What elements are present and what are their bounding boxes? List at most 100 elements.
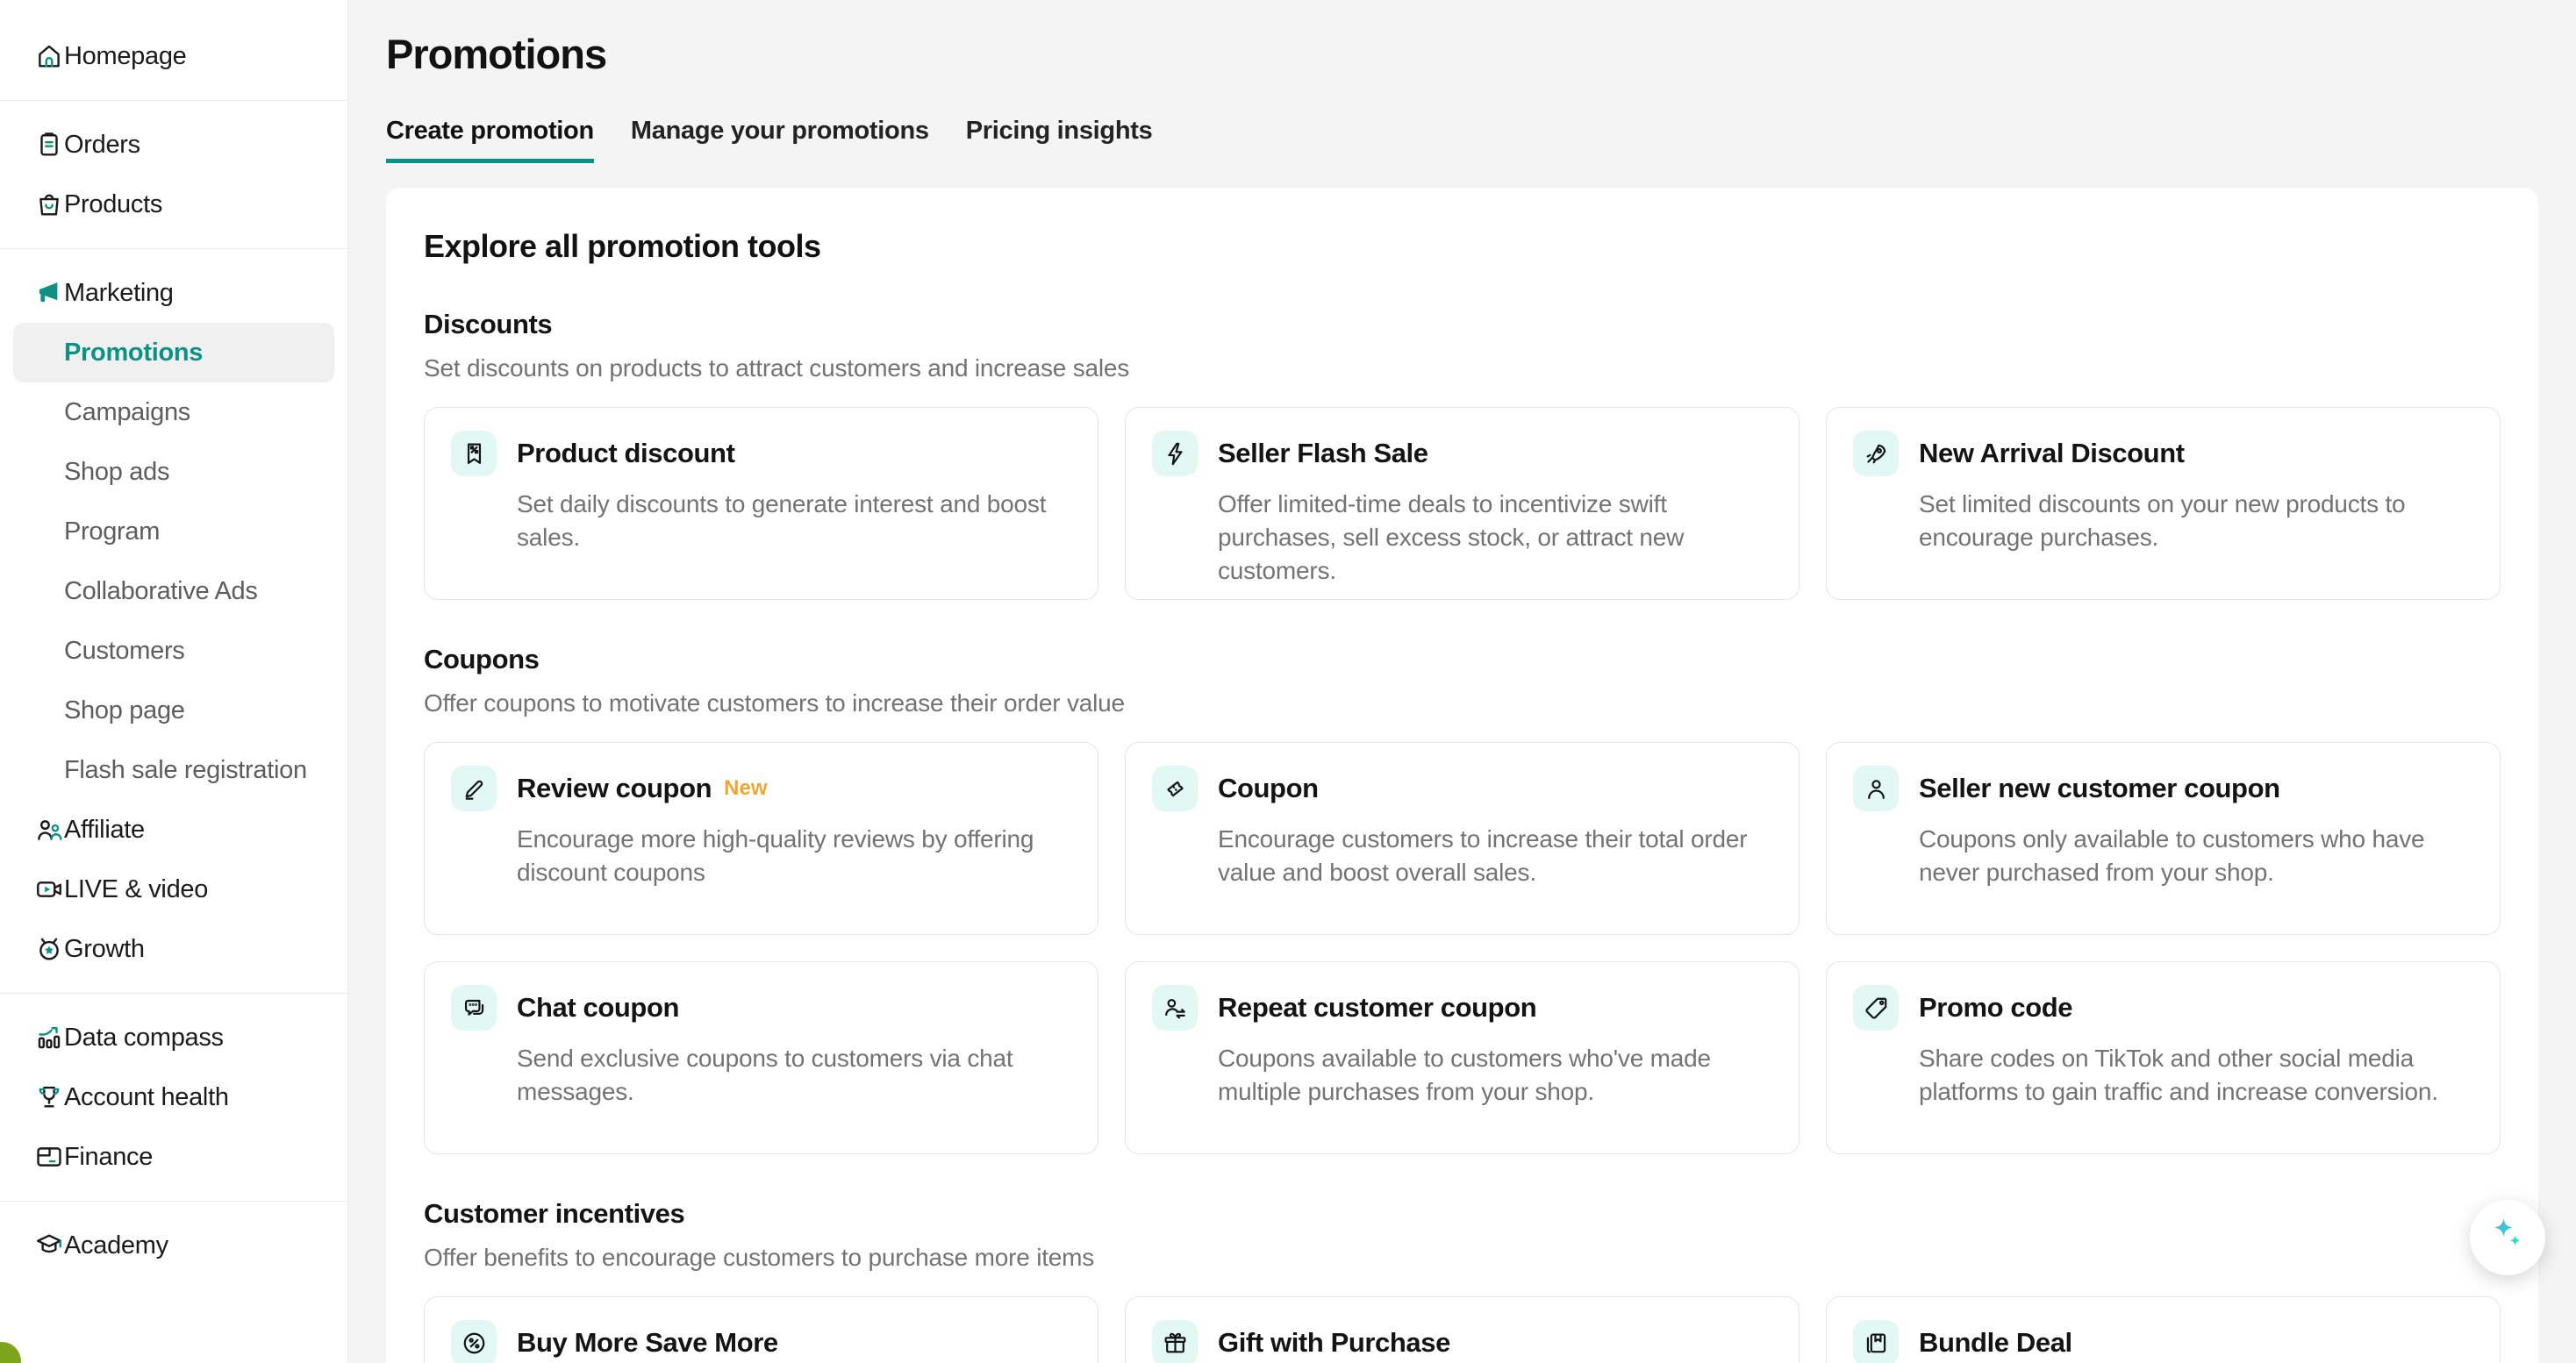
sidebar-item-label: Program: [64, 517, 160, 546]
sidebar-item-products[interactable]: Products: [0, 175, 347, 234]
sidebar-divider: [0, 993, 347, 994]
product-discount-icon: [451, 431, 497, 476]
sidebar-divider: [0, 100, 347, 101]
card-buy-more-save-more[interactable]: Buy More Save More: [424, 1296, 1098, 1363]
card-bundle-deal[interactable]: Bundle Deal: [1826, 1296, 2501, 1363]
sidebar-item-marketing[interactable]: Marketing: [0, 263, 347, 323]
sidebar-item-label: Data compass: [64, 1024, 224, 1053]
sidebar-item-label: Collaborative Ads: [64, 577, 258, 606]
section-desc-discounts: Set discounts on products to attract cus…: [424, 354, 2501, 382]
sidebar: Homepage Orders Products: [0, 0, 348, 1363]
sidebar-item-label: Campaigns: [64, 398, 190, 427]
orders-icon: [34, 130, 64, 160]
card-gift-with-purchase[interactable]: Gift with Purchase: [1125, 1296, 1800, 1363]
sidebar-item-label: Customers: [64, 637, 185, 666]
sidebar-item-finance[interactable]: Finance: [0, 1127, 347, 1187]
sidebar-item-campaigns[interactable]: Campaigns: [0, 382, 347, 442]
card-description: Coupons available to customers who've ma…: [1218, 1042, 1772, 1109]
card-description: Set limited discounts on your new produc…: [1919, 488, 2473, 554]
academy-icon: [34, 1231, 64, 1260]
sidebar-item-label: Academy: [64, 1231, 168, 1260]
account-health-icon: [34, 1082, 64, 1112]
sidebar-item-data-compass[interactable]: Data compass: [0, 1008, 347, 1067]
sidebar-divider: [0, 248, 347, 249]
review-coupon-icon: [451, 766, 497, 811]
promo-code-icon: [1853, 985, 1899, 1031]
card-description: Coupons only available to customers who …: [1919, 823, 2473, 889]
sidebar-item-orders[interactable]: Orders: [0, 115, 347, 175]
ai-assistant-button[interactable]: [2470, 1200, 2545, 1275]
tab-create-promotion[interactable]: Create promotion: [386, 117, 594, 163]
sidebar-item-label: Promotions: [64, 339, 203, 368]
seller-new-customer-coupon-icon: [1853, 766, 1899, 811]
customer-incentives-card-grid: Buy More Save More Gift with Purchase: [424, 1296, 2501, 1363]
tab-pricing-insights[interactable]: Pricing insights: [966, 117, 1153, 163]
sidebar-item-promotions[interactable]: Promotions: [13, 323, 334, 382]
sidebar-item-label: Products: [64, 190, 162, 219]
section-title-coupons: Coupons: [424, 644, 2501, 675]
sidebar-item-affiliate[interactable]: Affiliate: [0, 800, 347, 860]
card-title: Buy More Save More: [517, 1327, 778, 1359]
sidebar-item-collaborative-ads[interactable]: Collaborative Ads: [0, 561, 347, 621]
sidebar-item-label: Shop ads: [64, 458, 169, 487]
sidebar-item-label: Homepage: [64, 42, 186, 71]
sidebar-item-account-health[interactable]: Account health: [0, 1067, 347, 1127]
flash-sale-icon: [1152, 431, 1198, 476]
card-repeat-customer-coupon[interactable]: Repeat customer coupon Coupons available…: [1125, 961, 1800, 1154]
sidebar-item-program[interactable]: Program: [0, 502, 347, 561]
card-new-arrival-discount[interactable]: New Arrival Discount Set limited discoun…: [1826, 407, 2501, 600]
sidebar-item-label: Finance: [64, 1143, 153, 1172]
coupons-card-grid: Review coupon New Encourage more high-qu…: [424, 742, 2501, 1154]
sidebar-item-growth[interactable]: Growth: [0, 919, 347, 979]
sidebar-item-label: Flash sale registration: [64, 756, 307, 785]
new-arrival-discount-icon: [1853, 431, 1899, 476]
section-desc-coupons: Offer coupons to motivate customers to i…: [424, 689, 2501, 717]
sidebar-item-label: LIVE & video: [64, 875, 208, 904]
card-product-discount[interactable]: Product discount Set daily discounts to …: [424, 407, 1098, 600]
sidebar-item-label: Marketing: [64, 279, 174, 308]
coupon-icon: [1152, 766, 1198, 811]
card-review-coupon[interactable]: Review coupon New Encourage more high-qu…: [424, 742, 1098, 935]
sidebar-item-label: Account health: [64, 1083, 229, 1112]
sidebar-item-shop-ads[interactable]: Shop ads: [0, 442, 347, 502]
section-desc-customer-incentives: Offer benefits to encourage customers to…: [424, 1244, 2501, 1272]
card-promo-code[interactable]: Promo code Share codes on TikTok and oth…: [1826, 961, 2501, 1154]
card-description: Offer limited-time deals to incentivize …: [1218, 488, 1772, 588]
sidebar-item-flash-sale-registration[interactable]: Flash sale registration: [0, 740, 347, 800]
section-title-discounts: Discounts: [424, 309, 2501, 340]
marketing-icon: [34, 278, 64, 308]
sidebar-item-shop-page[interactable]: Shop page: [0, 681, 347, 740]
tab-manage-your-promotions[interactable]: Manage your promotions: [631, 117, 929, 163]
card-chat-coupon[interactable]: Chat coupon Send exclusive coupons to cu…: [424, 961, 1098, 1154]
products-icon: [34, 189, 64, 219]
bundle-deal-icon: [1853, 1320, 1899, 1363]
card-title: Review coupon: [517, 773, 712, 804]
card-coupon[interactable]: Coupon Encourage customers to increase t…: [1125, 742, 1800, 935]
sidebar-item-live-video[interactable]: LIVE & video: [0, 860, 347, 919]
sidebar-item-label: Affiliate: [64, 816, 145, 845]
section-title-customer-incentives: Customer incentives: [424, 1198, 2501, 1230]
card-title: Promo code: [1919, 992, 2072, 1024]
chat-coupon-icon: [451, 985, 497, 1031]
card-seller-flash-sale[interactable]: Seller Flash Sale Offer limited-time dea…: [1125, 407, 1800, 600]
sidebar-item-customers[interactable]: Customers: [0, 621, 347, 681]
sidebar-item-label: Growth: [64, 935, 145, 964]
card-description: Set daily discounts to generate interest…: [517, 488, 1071, 554]
sidebar-item-academy[interactable]: Academy: [0, 1216, 347, 1275]
card-description: Send exclusive coupons to customers via …: [517, 1042, 1071, 1109]
sidebar-item-homepage[interactable]: Homepage: [0, 26, 347, 86]
card-title: New Arrival Discount: [1919, 438, 2185, 469]
card-description: Encourage more high-quality reviews by o…: [517, 823, 1071, 889]
panel-heading: Explore all promotion tools: [424, 228, 2501, 265]
finance-icon: [34, 1142, 64, 1172]
data-compass-icon: [34, 1023, 64, 1053]
card-title: Gift with Purchase: [1218, 1327, 1450, 1359]
card-seller-new-customer-coupon[interactable]: Seller new customer coupon Coupons only …: [1826, 742, 2501, 935]
page-title: Promotions: [386, 30, 2538, 78]
sidebar-item-label: Shop page: [64, 696, 185, 725]
growth-icon: [34, 934, 64, 964]
affiliate-icon: [34, 815, 64, 845]
sidebar-item-label: Orders: [64, 131, 140, 160]
card-description: Encourage customers to increase their to…: [1218, 823, 1772, 889]
live-video-icon: [34, 874, 64, 904]
